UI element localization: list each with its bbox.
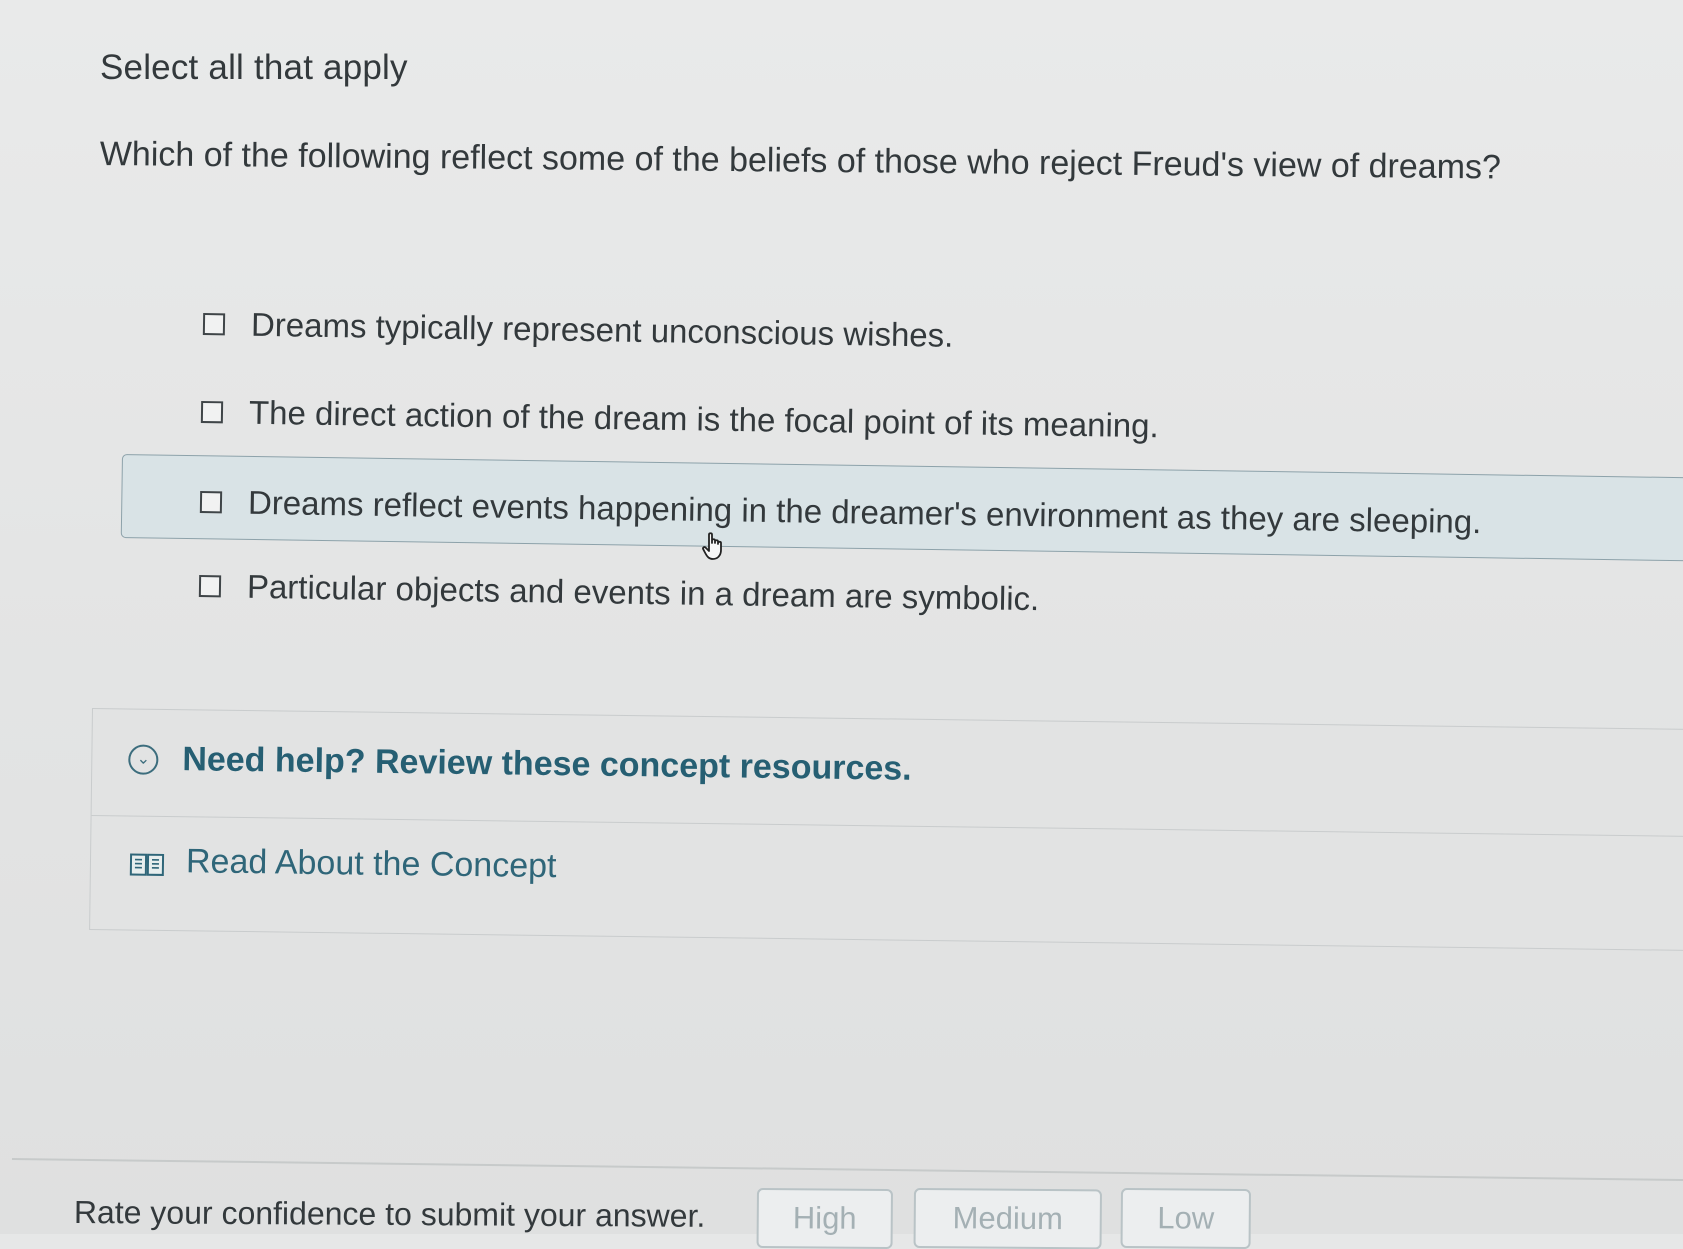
checkbox-icon[interactable] xyxy=(199,491,223,514)
read-about-concept-link[interactable]: Read About the Concept xyxy=(186,842,557,886)
answer-option-1[interactable]: Dreams typically represent unconscious w… xyxy=(202,305,954,355)
checkbox-icon[interactable] xyxy=(202,313,226,336)
footer-divider xyxy=(11,1158,1683,1182)
concept-resources-title[interactable]: Need help? Review these concept resource… xyxy=(182,740,912,789)
book-icon[interactable] xyxy=(129,850,165,878)
hand-cursor-icon xyxy=(702,532,722,560)
confidence-high-button[interactable]: High xyxy=(756,1188,893,1249)
chevron-down-circle-icon[interactable]: ⌄ xyxy=(128,744,159,775)
checkbox-icon[interactable] xyxy=(198,575,222,598)
confidence-medium-button[interactable]: Medium xyxy=(913,1188,1102,1249)
checkbox-icon[interactable] xyxy=(200,401,224,424)
concept-resources-header[interactable]: ⌄ Need help? Review these concept resour… xyxy=(91,709,1683,838)
answer-options: Dreams typically represent unconscious w… xyxy=(0,0,1683,700)
confidence-prompt: Rate your confidence to submit your answ… xyxy=(73,1194,706,1234)
concept-resources-panel: ⌄ Need help? Review these concept resour… xyxy=(89,708,1683,952)
answer-option-4[interactable]: Particular objects and events in a dream… xyxy=(198,567,1040,618)
answer-option-2[interactable]: The direct action of the dream is the fo… xyxy=(200,393,1160,445)
confidence-low-button[interactable]: Low xyxy=(1120,1188,1251,1249)
answer-option-label: The direct action of the dream is the fo… xyxy=(248,393,1160,445)
assessment-page: Select all that apply Which of the follo… xyxy=(0,0,1683,1249)
answer-option-label: Particular objects and events in a dream… xyxy=(246,567,1040,618)
answer-option-label: Dreams typically represent unconscious w… xyxy=(250,305,954,354)
